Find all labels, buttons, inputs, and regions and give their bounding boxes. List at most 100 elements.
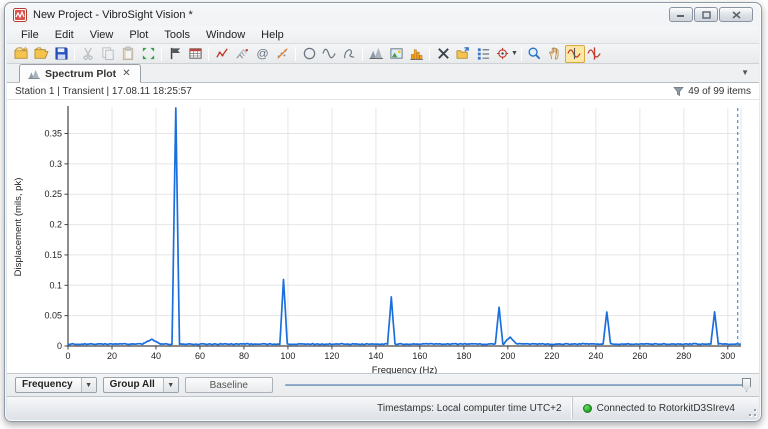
menu-file[interactable]: File	[13, 27, 47, 43]
fit-to-window-icon[interactable]	[138, 45, 158, 63]
menu-bar: FileEditViewPlotToolsWindowHelp	[7, 26, 759, 44]
trend-plot-icon[interactable]	[212, 45, 232, 63]
group-mode-value: Group All	[104, 378, 163, 392]
x-tick-label: 240	[588, 351, 603, 361]
station-info: Station 1 | Transient | 17.08.11 18:25:5…	[15, 86, 192, 97]
scatter-plot-icon[interactable]	[272, 45, 292, 63]
y-tick-label: 0.3	[49, 159, 62, 169]
maximize-button[interactable]	[694, 7, 718, 22]
polar-plot-icon[interactable]	[299, 45, 319, 63]
toolbar: @▼	[7, 44, 759, 64]
x-tick-label: 200	[500, 351, 515, 361]
dropdown-caret-icon[interactable]: ▼	[163, 378, 178, 392]
properties-icon[interactable]	[473, 45, 493, 63]
bottom-controls: Frequency ▼ Group All ▼ Baseline	[7, 374, 759, 396]
y-tick-label: 0.2	[49, 220, 62, 230]
y-tick-label: 0.05	[44, 311, 62, 321]
new-project-icon[interactable]	[11, 45, 31, 63]
menu-view[interactable]: View	[82, 27, 122, 43]
group-mode-dropdown[interactable]: Group All ▼	[103, 377, 179, 393]
zoom-icon[interactable]	[525, 45, 545, 63]
menu-window[interactable]: Window	[198, 27, 253, 43]
filter-icon[interactable]	[673, 86, 684, 97]
image-plot-icon[interactable]	[386, 45, 406, 63]
spectrum-tab-icon	[28, 69, 40, 79]
signal-cursor-icon[interactable]	[565, 45, 585, 63]
menu-plot[interactable]: Plot	[121, 27, 156, 43]
plot-panel: Station 1 | Transient | 17.08.11 18:25:5…	[7, 83, 759, 374]
menu-tools[interactable]: Tools	[156, 27, 198, 43]
data-table-icon[interactable]	[185, 45, 205, 63]
y-tick-label: 0.1	[49, 280, 62, 290]
y-tick-label: 0.35	[44, 129, 62, 139]
tab-strip: Spectrum Plot ✕ ▼	[7, 64, 759, 83]
x-tick-label: 100	[280, 351, 295, 361]
flag-icon[interactable]	[165, 45, 185, 63]
plot-info-row: Station 1 | Transient | 17.08.11 18:25:5…	[7, 83, 759, 100]
orbit-plot-icon[interactable]: @	[252, 45, 272, 63]
resize-grip[interactable]	[745, 397, 759, 419]
sketch-icon[interactable]	[339, 45, 359, 63]
app-window: New Project - VibroSight Vision * FileEd…	[4, 2, 762, 422]
save-icon[interactable]	[51, 45, 71, 63]
x-tick-label: 120	[324, 351, 339, 361]
y-axis-title: Displacement (mils, pk)	[13, 178, 24, 277]
y-tick-label: 0	[57, 341, 62, 351]
x-tick-label: 80	[239, 351, 249, 361]
x-tick-label: 220	[544, 351, 559, 361]
x-tick-label: 0	[65, 351, 70, 361]
y-tick-label: 0.15	[44, 250, 62, 260]
toolbar-separator	[161, 47, 162, 61]
x-tick-label: 140	[368, 351, 383, 361]
delete-icon[interactable]	[433, 45, 453, 63]
waveform-plot-icon[interactable]	[319, 45, 339, 63]
time-slider[interactable]	[285, 377, 751, 393]
title-bar[interactable]: New Project - VibroSight Vision *	[5, 3, 761, 26]
spectrum-plot-icon[interactable]	[366, 45, 386, 63]
x-tick-label: 40	[151, 351, 161, 361]
toolbar-separator	[362, 47, 363, 61]
x-tick-label: 180	[456, 351, 471, 361]
connection-status: Connected to RotorkitD3SIrev4	[572, 397, 745, 419]
waterfall-plot-icon[interactable]	[232, 45, 252, 63]
svg-text:@: @	[256, 47, 268, 61]
slider-thumb[interactable]	[742, 378, 751, 392]
app-logo-icon	[13, 8, 27, 22]
x-tick-label: 160	[412, 351, 427, 361]
close-button[interactable]	[719, 7, 753, 22]
target-dropdown-icon[interactable]	[493, 45, 513, 63]
pan-icon[interactable]	[545, 45, 565, 63]
spectrum-chart[interactable]: 0204060801001201401601802002202402602803…	[7, 100, 759, 373]
slider-track[interactable]	[285, 384, 747, 386]
paste-icon[interactable]	[118, 45, 138, 63]
toolbar-separator	[295, 47, 296, 61]
y-tick-label: 0.25	[44, 189, 62, 199]
target-dropdown-caret-icon[interactable]: ▼	[511, 50, 518, 57]
toolbar-separator	[208, 47, 209, 61]
x-tick-label: 300	[720, 351, 735, 361]
cut-icon[interactable]	[78, 45, 98, 63]
open-project-icon[interactable]	[31, 45, 51, 63]
x-tick-label: 60	[195, 351, 205, 361]
tab-close-icon[interactable]: ✕	[121, 69, 131, 79]
tab-spectrum-plot[interactable]: Spectrum Plot ✕	[19, 64, 141, 83]
axis-mode-dropdown[interactable]: Frequency ▼	[15, 377, 97, 393]
status-bar: Timestamps: Local computer time UTC+2 Co…	[7, 396, 759, 419]
menu-edit[interactable]: Edit	[47, 27, 82, 43]
export-icon[interactable]	[453, 45, 473, 63]
toolbar-separator	[521, 47, 522, 61]
histogram-plot-icon[interactable]	[406, 45, 426, 63]
toolbar-separator	[429, 47, 430, 61]
copy-icon[interactable]	[98, 45, 118, 63]
x-tick-label: 280	[676, 351, 691, 361]
dropdown-caret-icon[interactable]: ▼	[81, 378, 96, 392]
axis-mode-value: Frequency	[16, 378, 81, 392]
minimize-button[interactable]	[669, 7, 693, 22]
tab-label: Spectrum Plot	[45, 68, 116, 80]
filter-count: 49 of 99 items	[688, 86, 751, 97]
tab-overflow-icon[interactable]: ▼	[741, 68, 749, 77]
single-cursor-icon[interactable]	[585, 45, 605, 63]
menu-help[interactable]: Help	[253, 27, 292, 43]
timestamps-status: Timestamps: Local computer time UTC+2	[367, 397, 571, 419]
baseline-button[interactable]: Baseline	[185, 377, 273, 393]
